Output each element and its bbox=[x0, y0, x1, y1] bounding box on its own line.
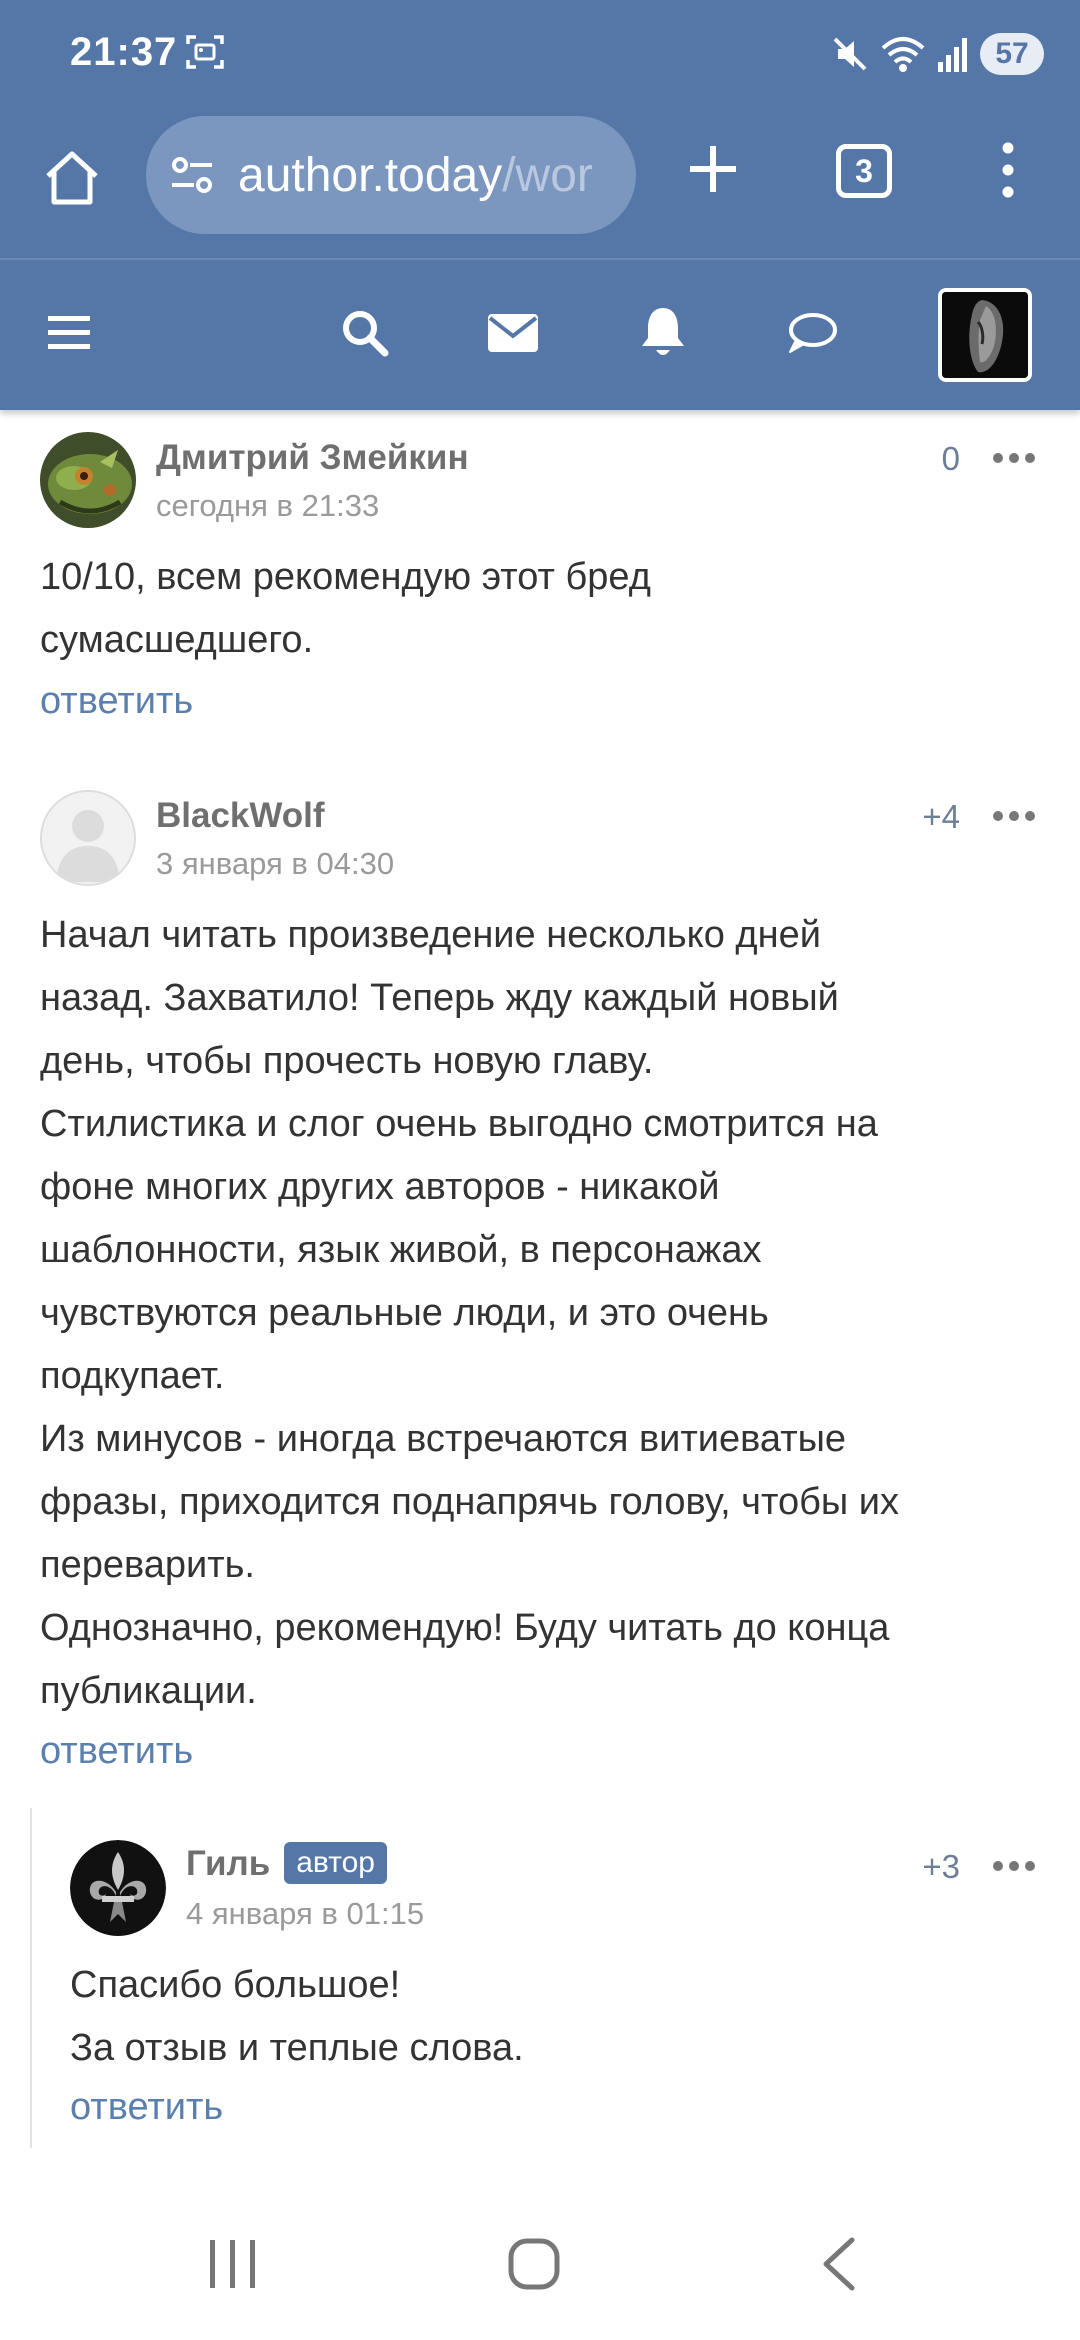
comment-score: +3 bbox=[922, 1848, 960, 1885]
author-badge: автор bbox=[284, 1841, 387, 1884]
bell-icon[interactable] bbox=[640, 306, 686, 358]
comment-line: публикации. bbox=[40, 1670, 257, 1712]
mail-icon[interactable] bbox=[488, 314, 538, 352]
recent-apps-icon[interactable] bbox=[208, 2238, 258, 2290]
avatar[interactable] bbox=[70, 1840, 166, 1936]
tab-switcher-button[interactable]: 3 bbox=[836, 144, 892, 198]
comment-date[interactable]: 3 января в 04:30 bbox=[156, 846, 394, 882]
more-options-icon[interactable] bbox=[992, 810, 1036, 822]
url-text[interactable]: author.today/wor bbox=[238, 148, 618, 203]
address-bar[interactable]: author.today/wor bbox=[146, 116, 636, 234]
comment-1: Дмитрий Змейкин сегодня в 21:33 0 10/10,… bbox=[0, 410, 1080, 740]
dragon-avatar-image bbox=[40, 432, 136, 528]
comment-line: шаблонности, язык живой, в персонажах bbox=[40, 1229, 762, 1271]
more-options-icon[interactable] bbox=[992, 1860, 1036, 1872]
reply-link[interactable]: ответить bbox=[70, 2086, 223, 2129]
comment-2: BlackWolf 3 января в 04:30 +4 Начал чита… bbox=[0, 770, 1080, 1800]
comment-date[interactable]: сегодня в 21:33 bbox=[156, 488, 379, 524]
comment-line: чувствуются реальные люди, и это очень bbox=[40, 1292, 769, 1334]
wifi-icon bbox=[881, 37, 925, 72]
system-navigation-bar bbox=[0, 2200, 1080, 2340]
comment-text: Начал читать произведение несколько дней… bbox=[40, 904, 1040, 1723]
comment-text: Спасибо большое! За отзыв и теплые слова… bbox=[70, 1954, 1070, 2080]
screenshot-icon bbox=[186, 35, 224, 69]
user-avatar-image bbox=[942, 292, 1028, 378]
user-avatar[interactable] bbox=[938, 288, 1032, 382]
comment-line: переварить. bbox=[40, 1544, 255, 1586]
status-time: 21:37 bbox=[70, 30, 178, 74]
reply-link[interactable]: ответить bbox=[40, 1730, 193, 1773]
comment-line: Спасибо большое! bbox=[70, 1964, 401, 2006]
comment-line: день, чтобы прочесть новую главу. bbox=[40, 1040, 654, 1082]
fleur-de-lis-avatar-image bbox=[70, 1840, 166, 1936]
avatar[interactable] bbox=[40, 790, 136, 886]
comment-line: 10/10, всем рекомендую этот бред bbox=[40, 556, 651, 598]
site-settings-icon[interactable] bbox=[168, 151, 216, 199]
comment-3-reply: Гиль автор 4 января в 01:15 +3 Спасибо бо… bbox=[0, 1820, 1080, 2150]
avatar[interactable] bbox=[40, 432, 136, 528]
hamburger-icon[interactable] bbox=[46, 312, 92, 354]
reply-link[interactable]: ответить bbox=[40, 680, 193, 723]
comment-line: подкупает. bbox=[40, 1355, 225, 1397]
back-icon[interactable] bbox=[818, 2236, 858, 2292]
comment-author[interactable]: Гиль автор bbox=[186, 1841, 387, 1887]
default-avatar-icon bbox=[42, 792, 134, 884]
author-name[interactable]: Гиль bbox=[186, 1844, 270, 1883]
comment-score: +4 bbox=[922, 798, 960, 835]
status-bar: 21:37 57 bbox=[0, 0, 1080, 108]
chat-icon[interactable] bbox=[786, 312, 838, 356]
home-button-icon[interactable] bbox=[508, 2238, 560, 2290]
search-icon[interactable] bbox=[340, 308, 390, 358]
comment-score: 0 bbox=[941, 440, 960, 477]
comment-line: фоне многих других авторов - никакой bbox=[40, 1166, 720, 1208]
comment-line: Стилистика и слог очень выгодно смотритс… bbox=[40, 1103, 878, 1145]
mute-icon bbox=[833, 37, 867, 71]
site-navbar bbox=[0, 260, 1080, 410]
comment-line: назад. Захватило! Теперь жду каждый новы… bbox=[40, 977, 839, 1019]
comment-author[interactable]: BlackWolf bbox=[156, 796, 325, 836]
comment-line: Из минусов - иногда встречаются витиеват… bbox=[40, 1418, 847, 1460]
comment-line: Однозначно, рекомендую! Буду читать до к… bbox=[40, 1607, 890, 1649]
home-icon[interactable] bbox=[40, 146, 104, 210]
comment-line: Начал читать произведение несколько дней bbox=[40, 914, 821, 956]
signal-icon bbox=[938, 38, 967, 72]
comment-line: фразы, приходится поднапрячь голову, что… bbox=[40, 1481, 899, 1523]
more-options-icon[interactable] bbox=[992, 452, 1036, 464]
comment-line: сумасшедшего. bbox=[40, 619, 314, 661]
comment-line: За отзыв и теплые слова. bbox=[70, 2027, 524, 2069]
comment-date[interactable]: 4 января в 01:15 bbox=[186, 1896, 424, 1932]
new-tab-icon[interactable] bbox=[686, 142, 740, 196]
browser-toolbar: author.today/wor 3 bbox=[0, 108, 1080, 260]
menu-icon[interactable] bbox=[998, 142, 1018, 198]
comment-text: 10/10, всем рекомендую этот бред сумасше… bbox=[40, 546, 1040, 672]
comment-author[interactable]: Дмитрий Змейкин bbox=[156, 438, 469, 478]
battery-indicator: 57 bbox=[980, 33, 1044, 75]
